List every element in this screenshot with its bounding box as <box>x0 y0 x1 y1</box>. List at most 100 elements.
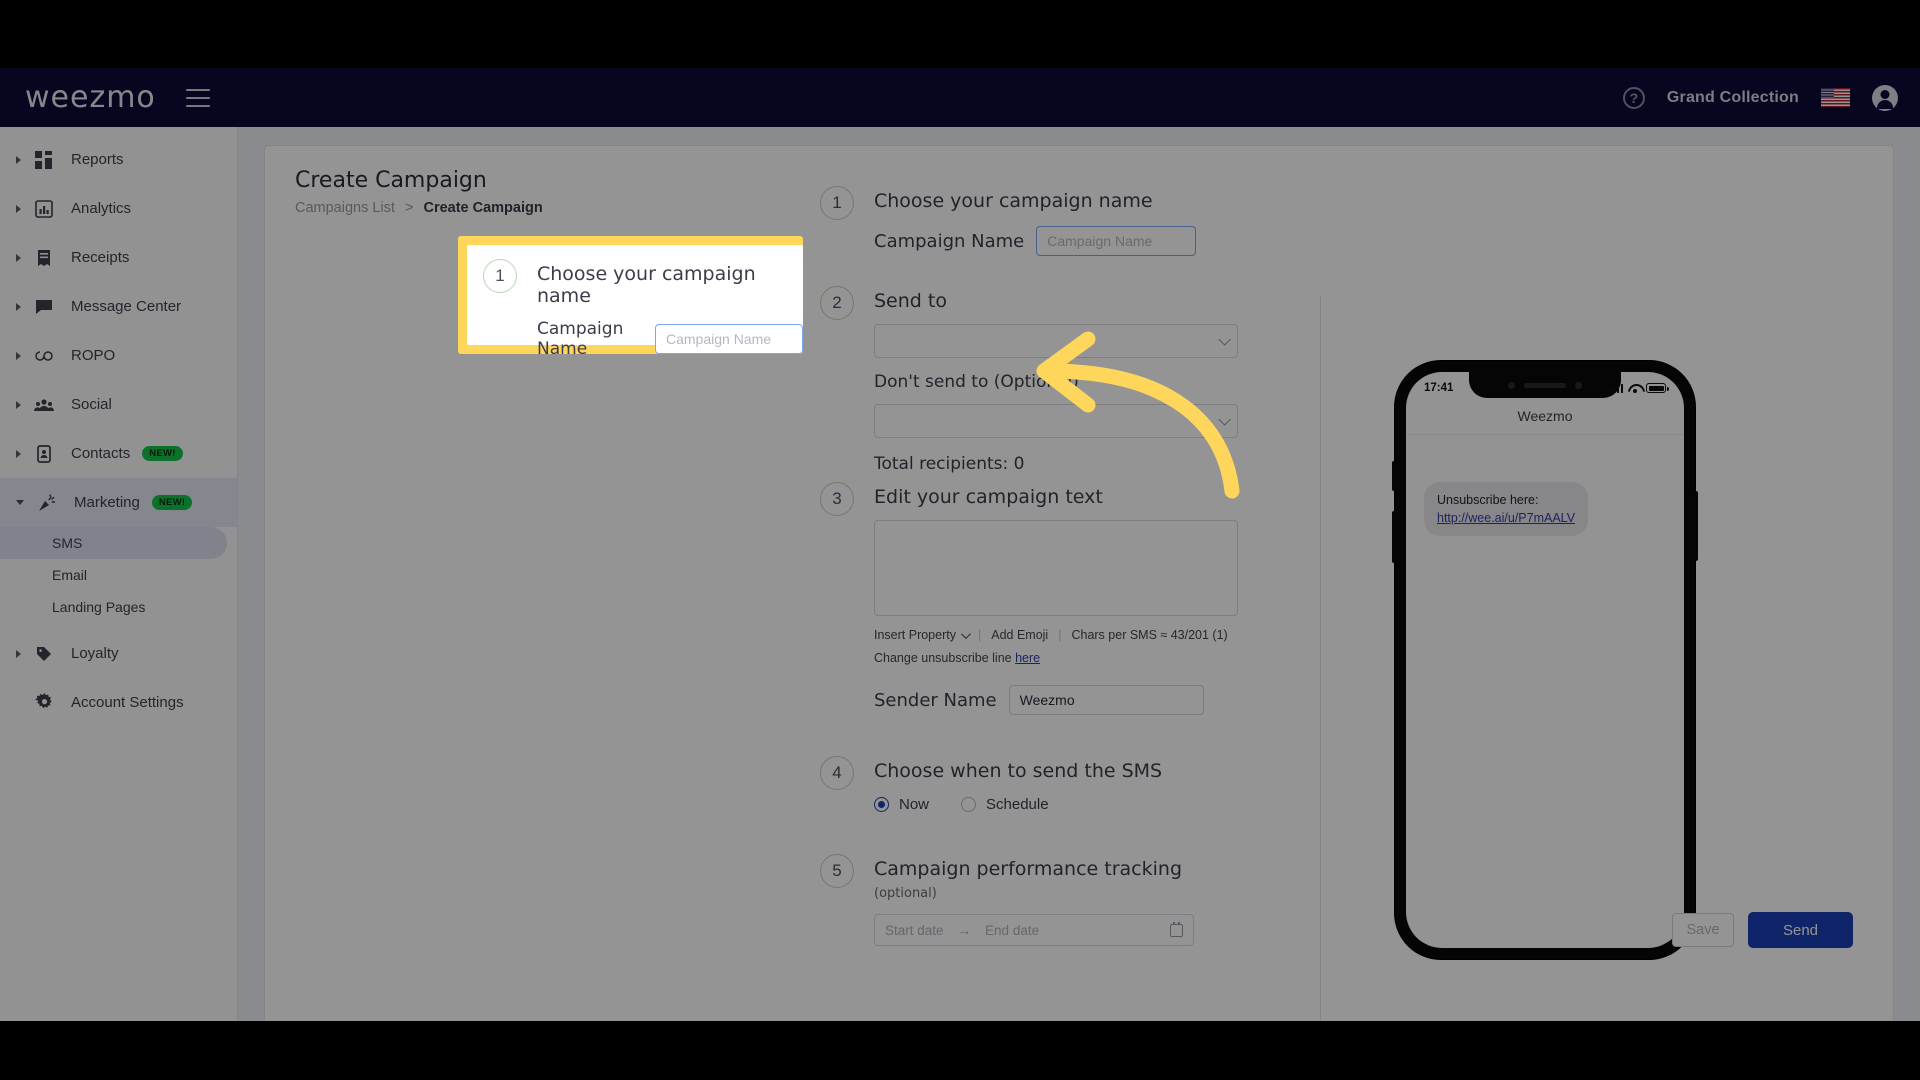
badge-new: NEW! <box>151 495 193 510</box>
weezmo-logo[interactable]: weezmo <box>25 80 156 115</box>
sidebar-subitem-label: Landing Pages <box>52 599 146 615</box>
contact-card-icon <box>33 443 55 465</box>
step-number: 2 <box>820 286 854 320</box>
dont-send-to-select[interactable] <box>874 404 1238 438</box>
topbar-right-group: ? Grand Collection <box>1622 84 1898 111</box>
sidebar-item-label: Receipts <box>71 249 130 266</box>
step-1-title: Choose your campaign name <box>874 190 1153 212</box>
badge-new: NEW! <box>142 446 183 461</box>
sidebar-item-loyalty[interactable]: Loyalty <box>0 629 237 678</box>
radio-now[interactable] <box>874 797 889 812</box>
chevron-down-icon <box>16 500 24 505</box>
sender-name-input[interactable] <box>1008 685 1204 715</box>
sidebar-item-ropo[interactable]: ROPO <box>0 331 237 380</box>
step-5-title-text: Campaign performance tracking <box>874 858 1182 880</box>
sidebar-item-reports[interactable]: Reports <box>0 135 237 184</box>
sidebar-item-marketing[interactable]: Marketing NEW! <box>0 478 237 527</box>
status-time: 17:41 <box>1424 382 1454 394</box>
optional-tag: (optional) <box>874 886 937 901</box>
brand-text: weezmo <box>25 80 156 115</box>
sidebar-subitem-email[interactable]: Email <box>0 559 237 591</box>
campaign-name-label: Campaign Name <box>874 230 1025 252</box>
step-number: 3 <box>820 482 854 516</box>
sms-message-link[interactable]: http://wee.ai/u/P7mAALV <box>1437 511 1575 525</box>
chevron-right-icon <box>16 302 21 311</box>
sidebar-item-analytics[interactable]: Analytics <box>0 184 237 233</box>
chevron-down-icon <box>960 628 971 639</box>
start-date-placeholder: Start date <box>885 922 944 938</box>
sms-message-line1: Unsubscribe here: <box>1437 493 1539 507</box>
send-button[interactable]: Send <box>1748 912 1853 948</box>
step-2-send-to: 2 Send to Don't send to (Optional) Total… <box>820 286 1240 478</box>
people-icon <box>33 394 55 416</box>
campaign-name-input[interactable] <box>1036 226 1197 256</box>
campaign-name-label-highlighted: Campaign Name <box>537 319 624 359</box>
highlight-box-step-1: 1 Choose your campaign name Campaign Nam… <box>458 236 803 359</box>
step-1-choose-name: 1 Choose your campaign name Campaign Nam… <box>820 186 1240 282</box>
chat-bubble-icon <box>33 296 55 318</box>
sidebar-item-label: Contacts <box>71 445 131 462</box>
send-to-select[interactable] <box>874 324 1238 358</box>
chevron-down-icon <box>1218 412 1231 426</box>
preview-header-title: Weezmo <box>1517 408 1573 424</box>
step-3-edit-text: 3 Edit your campaign text Insert Propert… <box>820 482 1240 752</box>
date-range-picker[interactable]: Start date → End date <box>874 914 1194 946</box>
help-icon[interactable]: ? <box>1622 86 1645 109</box>
tag-icon <box>33 643 55 665</box>
campaign-form: 1 Choose your campaign name Campaign Nam… <box>820 186 1240 950</box>
dashboard-icon <box>33 149 55 171</box>
column-divider <box>1320 296 1321 1021</box>
infinity-icon <box>33 345 55 367</box>
receipt-icon <box>33 247 55 269</box>
calendar-icon[interactable] <box>1170 921 1183 937</box>
sidebar-item-account-settings[interactable]: Account Settings <box>0 678 237 727</box>
user-avatar-icon[interactable] <box>1872 84 1898 111</box>
step-5-title: Campaign performance tracking (optional) <box>874 854 1240 902</box>
breadcrumb-current: Create Campaign <box>423 200 543 216</box>
send-timing-radio-group: Now Schedule <box>874 796 1240 813</box>
insert-property-dropdown[interactable]: Insert Property <box>874 628 971 642</box>
breadcrumb-separator: > <box>404 200 414 216</box>
save-button[interactable]: Save <box>1672 913 1734 947</box>
highlight-box-content: 1 Choose your campaign name Campaign Nam… <box>467 245 803 359</box>
sidebar-subitem-sms[interactable]: SMS <box>0 527 227 559</box>
campaign-text-textarea[interactable] <box>874 520 1238 616</box>
step-number: 4 <box>820 756 854 790</box>
step-number: 1 <box>483 259 517 293</box>
phone-status-bar: 17:41 <box>1406 379 1684 397</box>
sidebar-item-message-center[interactable]: Message Center <box>0 282 237 331</box>
sidebar-item-contacts[interactable]: Contacts NEW! <box>0 429 237 478</box>
add-emoji-button[interactable]: Add Emoji <box>991 628 1048 642</box>
unsubscribe-line-row: Change unsubscribe line here <box>874 651 1240 665</box>
campaign-name-input-highlighted[interactable] <box>655 324 803 354</box>
sidebar-item-label: Account Settings <box>71 694 184 711</box>
phone-mockup: 17:41 Weezmo Unsubscribe here: http://we… <box>1392 361 1698 959</box>
step-4-title: Choose when to send the SMS <box>874 760 1163 782</box>
radio-schedule[interactable] <box>961 797 977 812</box>
sidebar-item-label: Message Center <box>71 298 182 315</box>
radio-schedule-label: Schedule <box>986 796 1049 813</box>
hamburger-icon[interactable] <box>185 88 210 107</box>
toolbar-divider: | <box>1058 628 1062 642</box>
end-date-placeholder: End date <box>985 922 1040 938</box>
account-name-label[interactable]: Grand Collection <box>1667 89 1799 107</box>
sidebar-item-receipts[interactable]: Receipts <box>0 233 237 282</box>
sidebar-subitem-landing-pages[interactable]: Landing Pages <box>0 591 237 623</box>
sidebar-item-social[interactable]: Social <box>0 380 237 429</box>
step-1-title-highlighted: Choose your campaign name <box>537 263 756 307</box>
radio-now-label: Now <box>899 796 930 813</box>
step-4-when-to-send: 4 Choose when to send the SMS Now Schedu… <box>820 756 1240 850</box>
browser-viewport: weezmo ? Grand Collection Reports Analyt… <box>0 68 1920 1021</box>
step-3-title: Edit your campaign text <box>874 486 1103 508</box>
chevron-right-icon <box>16 449 21 458</box>
chars-counter-label: Chars per SMS ≈ 43/201 (1) <box>1071 628 1228 642</box>
step-1-highlighted: 1 Choose your campaign name Campaign Nam… <box>467 245 803 359</box>
sidebar-subitem-label: Email <box>52 567 88 583</box>
sidebar-item-label: Marketing <box>74 494 140 511</box>
chevron-right-icon <box>16 155 21 164</box>
wifi-icon <box>1628 383 1641 393</box>
us-flag-icon[interactable] <box>1821 88 1850 107</box>
sidebar-item-label: ROPO <box>71 347 116 364</box>
unsubscribe-here-link[interactable]: here <box>1015 651 1040 665</box>
breadcrumb-root[interactable]: Campaigns List <box>295 200 395 216</box>
